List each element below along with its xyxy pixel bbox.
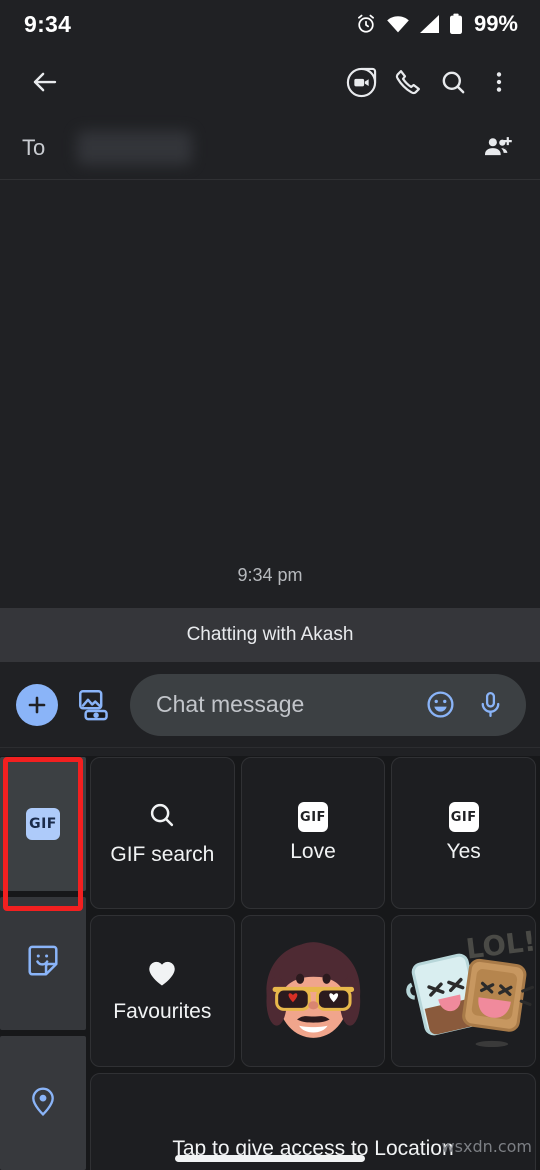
wifi-icon (386, 14, 410, 34)
recipient-chip-blurred[interactable] (77, 130, 193, 165)
battery-icon (449, 13, 463, 35)
signal-icon (419, 14, 440, 34)
sticker-lol-cell[interactable]: LOL! (391, 915, 536, 1067)
chat-message-placeholder: Chat message (156, 691, 305, 717)
compose-bar: Chat message (0, 662, 540, 748)
app-bar (0, 48, 540, 116)
phone-call-icon[interactable] (384, 59, 430, 105)
gif-search-cell[interactable]: GIF search (90, 757, 235, 909)
cell-label: Love (290, 840, 336, 863)
search-icon (147, 800, 177, 835)
favourites-cell[interactable]: Favourites (90, 915, 235, 1067)
status-icon-group: 99% (355, 11, 518, 37)
cell-label: Yes (446, 840, 481, 863)
gif-badge-icon: GIF (448, 802, 479, 832)
phone-screen: 9:34 99% To 9:34 pm Chatting with Akash … (0, 0, 540, 1170)
tab-gif[interactable]: GIF (0, 757, 86, 891)
sticker-face-cell[interactable] (240, 915, 386, 1067)
overflow-menu-icon[interactable] (476, 59, 522, 105)
microphone-icon[interactable] (472, 687, 508, 723)
picker-rail: GIF (0, 756, 86, 1170)
location-pin-icon (26, 1084, 60, 1123)
gif-icon: GIF (26, 807, 60, 840)
to-label: To (22, 134, 46, 160)
tab-location[interactable] (0, 1036, 86, 1170)
message-timestamp: 9:34 pm (237, 565, 303, 585)
home-indicator[interactable] (175, 1155, 365, 1162)
plus-icon[interactable] (16, 683, 58, 726)
battery-percent: 99% (473, 11, 518, 36)
picker-grid: GIF search GIF Love GIF Yes Favourites L… (86, 756, 540, 1170)
back-arrow-icon[interactable] (22, 59, 68, 105)
media-picker: GIF GIF search GIF Love GIF Yes Favourit… (0, 756, 540, 1170)
recipient-row[interactable]: To (0, 116, 540, 180)
gif-love-cell[interactable]: GIF Love (240, 757, 386, 909)
status-bar: 9:34 99% (0, 0, 540, 48)
heart-icon (147, 959, 177, 992)
watermark: wsxdn.com (441, 1137, 532, 1156)
sticker-icon (25, 943, 61, 984)
chat-message-input[interactable]: Chat message (130, 673, 526, 736)
sticker-milk-toast-lol: LOL! (392, 919, 535, 1063)
tab-stickers[interactable] (0, 896, 86, 1031)
chatting-with-banner: Chatting with Akash (0, 608, 540, 662)
alarm-icon (355, 13, 377, 35)
sticker-heart-sunglasses-face (241, 919, 385, 1063)
cell-label: GIF search (110, 842, 215, 866)
gif-badge-icon: GIF (297, 802, 328, 832)
emoji-icon[interactable] (422, 687, 458, 723)
add-people-icon[interactable] (474, 125, 520, 171)
cell-label: Favourites (113, 999, 212, 1023)
gallery-camera-icon[interactable] (72, 683, 116, 727)
gif-yes-cell[interactable]: GIF Yes (391, 757, 536, 909)
conversation-area: 9:34 pm (0, 180, 540, 608)
video-call-icon[interactable] (338, 59, 384, 105)
chatting-with-label: Chatting with Akash (186, 624, 354, 645)
status-time: 9:34 (24, 10, 72, 37)
search-icon[interactable] (430, 59, 476, 105)
